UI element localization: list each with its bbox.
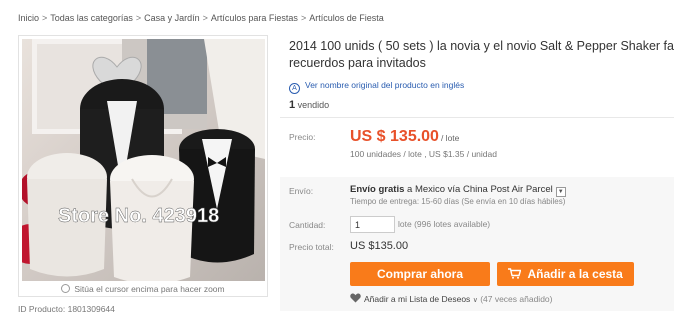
store-watermark: Store No. 423918 — [58, 205, 219, 227]
wishlist-link[interactable]: Añadir a mi Lista de Deseos ∨ (47 veces … — [350, 293, 552, 304]
sold-label: vendido — [297, 100, 330, 110]
original-name-link[interactable]: A Ver nombre original del producto en ing… — [289, 80, 464, 94]
original-name-text[interactable]: Ver nombre original del producto en ingl… — [305, 80, 464, 90]
product-gallery: Store No. 423918 Sitúa el cursor encima … — [18, 35, 268, 297]
product-id: ID Producto: 1801309644 — [18, 304, 115, 314]
delivery-time: Tiempo de entrega: 15-60 días (Se envía … — [350, 197, 566, 206]
price: US $ 135.00/ lote — [350, 128, 459, 146]
zoom-hint-text: Sitúa el cursor encima para hacer zoom — [74, 284, 225, 294]
divider — [280, 117, 674, 118]
cart-icon — [508, 267, 524, 281]
buy-now-label: Comprar ahora — [376, 267, 464, 281]
buy-now-button[interactable]: Comprar ahora — [350, 262, 490, 286]
wishlist-count: (47 veces añadido) — [480, 294, 553, 304]
quantity-input[interactable] — [350, 216, 395, 233]
breadcrumb-party-supplies[interactable]: Artículos para Fiestas — [211, 13, 298, 23]
translate-icon: A — [289, 83, 300, 94]
heart-icon — [350, 293, 361, 303]
shipping-destination: a Mexico vía China Post Air Parcel — [407, 184, 553, 195]
zoom-hint: Sitúa el cursor encima para hacer zoom — [19, 284, 267, 294]
quantity-label: Cantidad: — [289, 220, 326, 230]
shipping-label: Envío: — [289, 186, 314, 196]
magnifier-icon — [61, 284, 71, 293]
add-to-cart-button[interactable]: Añadir a la cesta — [497, 262, 634, 286]
product-title: 2014 100 unids ( 50 sets ) la novia y el… — [289, 38, 674, 72]
breadcrumb-home-garden[interactable]: Casa y Jardín — [144, 13, 200, 23]
product-image[interactable]: Store No. 423918 — [22, 39, 265, 281]
breadcrumb-separator: > — [42, 13, 48, 23]
breadcrumb-party-items[interactable]: Artículos de Fiesta — [309, 13, 384, 23]
total-price: US $135.00 — [350, 240, 409, 252]
add-to-cart-label: Añadir a la cesta — [527, 267, 623, 281]
breadcrumb-home[interactable]: Inicio — [18, 13, 39, 23]
sold-count: 1 vendido — [289, 99, 329, 111]
price-detail: 100 unidades / lote , US $1.35 / unidad — [350, 149, 497, 159]
shipping-dropdown-icon[interactable]: ▼ — [555, 187, 566, 197]
total-label: Precio total: — [289, 242, 334, 252]
shipping-method: Envío gratis a Mexico vía China Post Air… — [350, 184, 566, 197]
breadcrumb-separator: > — [202, 13, 208, 23]
wishlist-chevron-icon[interactable]: ∨ — [473, 297, 478, 304]
breadcrumb: Inicio > Todas las categorías > Casa y Jardí… — [18, 13, 384, 23]
product-title-line2: recuerdos para invitados — [289, 56, 426, 70]
quantity-info: lote (996 lotes available) — [398, 219, 491, 229]
free-shipping: Envío gratis — [350, 184, 405, 195]
breadcrumb-separator: > — [135, 13, 142, 23]
breadcrumb-all-categories[interactable]: Todas las categorías — [50, 13, 133, 23]
salt-pepper-shaker-photo: Store No. 423918 — [22, 39, 265, 281]
product-title-line1: 2014 100 unids ( 50 sets ) la novia y el… — [289, 39, 674, 53]
breadcrumb-separator: > — [300, 13, 307, 23]
price-value: US $ 135.00 — [350, 128, 439, 145]
sold-number: 1 — [289, 99, 296, 111]
price-label: Precio: — [289, 132, 316, 142]
price-unit: / lote — [440, 133, 460, 143]
wishlist-label[interactable]: Añadir a mi Lista de Deseos — [364, 294, 470, 304]
